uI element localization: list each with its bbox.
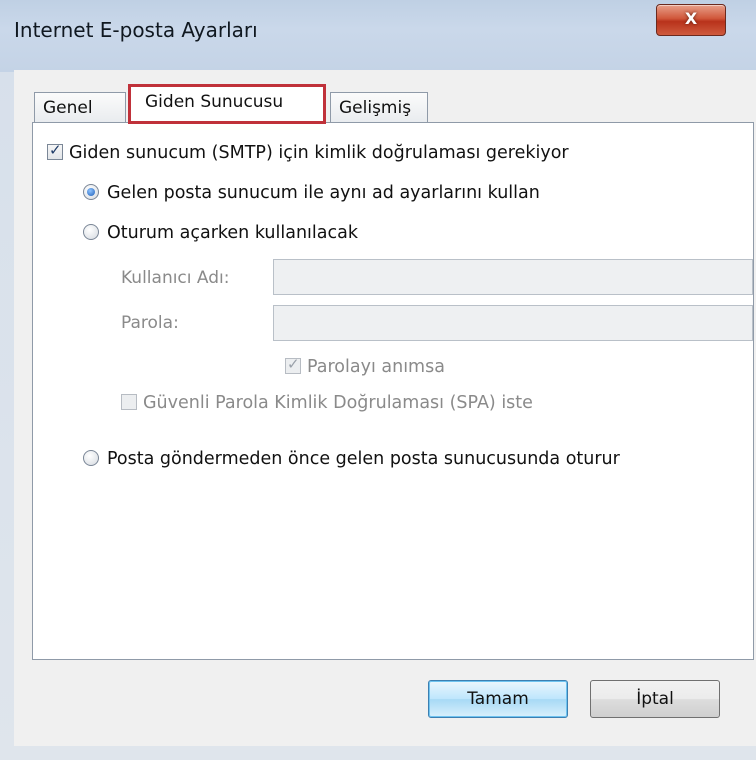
close-button[interactable]: X bbox=[656, 4, 726, 36]
username-label: Kullanıcı Adı: bbox=[121, 268, 230, 288]
login-with-label: Oturum açarken kullanılacak bbox=[107, 223, 358, 243]
option-login-with[interactable]: Oturum açarken kullanılacak bbox=[83, 223, 358, 243]
remember-password-row[interactable]: Parolayı anımsa bbox=[285, 355, 445, 377]
pop-before-smtp-label: Posta göndermeden önce gelen posta sunuc… bbox=[107, 449, 620, 469]
ok-button[interactable]: Tamam bbox=[428, 680, 568, 718]
title-bar: Internet E-posta Ayarları X bbox=[0, 0, 756, 72]
tab-advanced[interactable]: Gelişmiş bbox=[330, 92, 428, 122]
password-field[interactable] bbox=[273, 305, 753, 341]
same-settings-radio[interactable] bbox=[83, 184, 99, 200]
remember-password-checkbox[interactable] bbox=[285, 355, 301, 374]
cancel-button[interactable]: İptal bbox=[590, 680, 720, 718]
option-same-settings[interactable]: Gelen posta sunucum ile aynı ad ayarları… bbox=[83, 183, 540, 203]
tab-general[interactable]: Genel bbox=[34, 92, 126, 122]
remember-password-label: Parolayı anımsa bbox=[307, 357, 445, 377]
dialog-client-area: Genel Giden Sunucusu Gelişmiş Giden sunu… bbox=[14, 70, 756, 746]
tab-outgoing-server[interactable]: Giden Sunucusu bbox=[128, 84, 326, 124]
auth-required-checkbox[interactable] bbox=[47, 141, 63, 160]
auth-required-label: Giden sunucum (SMTP) için kimlik doğrula… bbox=[69, 143, 569, 163]
login-with-radio[interactable] bbox=[83, 224, 99, 240]
auth-required-row[interactable]: Giden sunucum (SMTP) için kimlik doğrula… bbox=[47, 141, 569, 163]
spa-checkbox[interactable] bbox=[121, 394, 137, 410]
settings-dialog: Internet E-posta Ayarları X Genel Giden … bbox=[0, 0, 756, 760]
outgoing-server-panel: Giden sunucum (SMTP) için kimlik doğrula… bbox=[32, 122, 754, 660]
username-field[interactable] bbox=[273, 259, 753, 295]
spa-label: Güvenli Parola Kimlik Doğrulaması (SPA) … bbox=[143, 393, 533, 413]
spa-row[interactable]: Güvenli Parola Kimlik Doğrulaması (SPA) … bbox=[121, 393, 533, 413]
window-title: Internet E-posta Ayarları bbox=[14, 18, 258, 42]
same-settings-label: Gelen posta sunucum ile aynı ad ayarları… bbox=[107, 183, 540, 203]
pop-before-smtp-radio[interactable] bbox=[83, 450, 99, 466]
close-icon: X bbox=[684, 9, 698, 28]
password-label: Parola: bbox=[121, 313, 179, 333]
option-pop-before-smtp[interactable]: Posta göndermeden önce gelen posta sunuc… bbox=[83, 449, 620, 469]
